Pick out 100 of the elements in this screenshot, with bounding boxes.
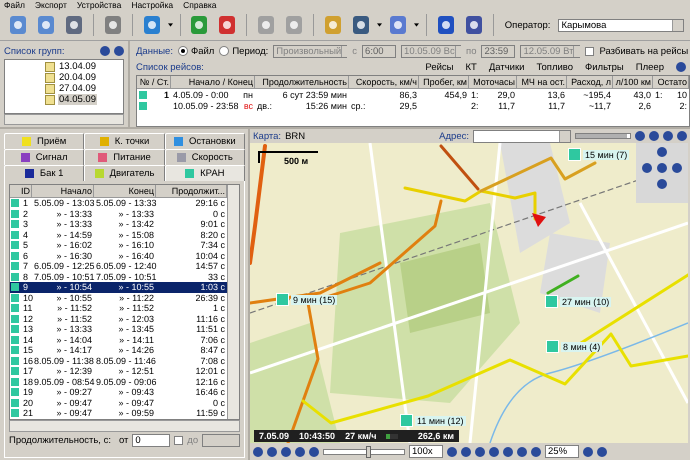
- address-field[interactable]: [473, 130, 571, 142]
- group-item[interactable]: 13.04.09: [58, 61, 97, 72]
- tab[interactable]: Питание: [84, 149, 165, 165]
- to-label: по: [466, 46, 476, 56]
- section-link[interactable]: Датчики: [488, 62, 524, 72]
- marker-label: 9 мин (15): [291, 294, 338, 304]
- table-cell-text: 18: [22, 376, 34, 387]
- table-row[interactable]: 14 » - 14:04 » - 14:11 7:06 с: [10, 334, 227, 345]
- table-cell-text: 0 с: [212, 398, 226, 408]
- to-time-field[interactable]: 23:59: [481, 44, 516, 58]
- from-label: с: [352, 46, 358, 56]
- tab[interactable]: Скорость: [164, 149, 245, 165]
- group-item[interactable]: 20.04.09: [58, 72, 97, 83]
- table-cell: ~195,4: [583, 90, 611, 100]
- menu-item[interactable]: Экспорт: [34, 0, 67, 10]
- menu-item[interactable]: Настройка: [131, 0, 174, 10]
- table-row[interactable]: 11 » - 11:52 » - 11:52 1 с: [10, 303, 227, 314]
- horizontal-scrollbar[interactable]: [4, 114, 124, 125]
- table-row[interactable]: 12 » - 11:52 » - 12:03 11:16 с: [10, 314, 227, 324]
- table-cell-text: 12: [22, 314, 34, 324]
- table-cell-text: 15: [22, 345, 34, 356]
- table-row[interactable]: 19 » - 09:27 » - 09:43 16:46 с: [10, 387, 227, 398]
- menu-item[interactable]: Файл: [4, 0, 25, 10]
- table-row[interactable]: 5 » - 16:02 » - 16:10 7:34 с: [10, 240, 227, 250]
- table-row[interactable]: 1 5.05.09 - 13:03 5.05.09 - 13:33 29:16 с: [10, 198, 227, 208]
- tab[interactable]: Двигатель: [84, 165, 165, 181]
- section-link[interactable]: КТ: [466, 62, 477, 72]
- from-time-field[interactable]: 6:00: [362, 44, 396, 58]
- table-row[interactable]: 3 » - 13:33 » - 13:42 9:01 с: [10, 219, 227, 230]
- tab[interactable]: Остановки: [164, 133, 245, 149]
- column-header[interactable]: ID: [10, 185, 32, 198]
- column-header[interactable]: Продолжительность: [255, 76, 349, 89]
- operator-dropdown[interactable]: Карымова: [558, 18, 684, 32]
- section-link[interactable]: Фильтры: [585, 62, 624, 72]
- column-header[interactable]: Конец: [94, 185, 156, 198]
- marker-icon[interactable]: [276, 293, 289, 306]
- column-header[interactable]: Моточасы: [469, 76, 517, 89]
- checkbox[interactable]: [585, 46, 594, 56]
- tab[interactable]: Приём: [4, 133, 84, 149]
- column-header[interactable]: Начало: [32, 185, 94, 198]
- marker-icon[interactable]: [568, 148, 581, 161]
- table-row[interactable]: 9 » - 10:54 » - 10:55 1:03 с: [10, 282, 227, 292]
- table-cell-text: 6.05.09 - 12:40: [95, 261, 156, 272]
- checkbox[interactable]: [174, 436, 184, 445]
- table-cell: ср.:: [351, 100, 366, 110]
- table-row[interactable]: 20 » - 09:47 » - 09:47 0 с: [10, 398, 227, 408]
- marker-icon[interactable]: [545, 295, 558, 308]
- table-cell-text: 0 с: [212, 208, 226, 219]
- table-row[interactable]: 15 » - 14:17 » - 14:26 8:47 с: [10, 345, 227, 356]
- menu-item[interactable]: Устройства: [76, 0, 122, 10]
- section-link[interactable]: Плеер: [636, 62, 664, 72]
- caret-icon[interactable]: [377, 23, 382, 27]
- table-row[interactable]: 21 » - 09:47 » - 09:59 11:59 с: [10, 408, 227, 418]
- vertical-scrollbar[interactable]: [227, 185, 239, 418]
- table-cell-text: » - 09:59: [117, 408, 155, 418]
- table-row[interactable]: 168.05.09 - 11:38 8.05.09 - 11:46 7:08 с: [10, 356, 227, 366]
- caret-icon[interactable]: [414, 23, 420, 27]
- zoom-field[interactable]: 25%: [545, 445, 579, 458]
- zoom-slider[interactable]: [575, 131, 631, 141]
- column-header[interactable]: Остато: [653, 76, 689, 89]
- column-header[interactable]: Начало / Конец: [171, 76, 255, 89]
- column-header[interactable]: л/100 км: [613, 76, 653, 89]
- caret-icon[interactable]: [168, 23, 173, 27]
- column-header[interactable]: Пробег, км: [419, 76, 469, 89]
- table-row[interactable]: 17 » - 12:39 » - 12:51 12:01 с: [10, 366, 227, 376]
- tab[interactable]: КРАН: [164, 165, 245, 181]
- horizontal-scrollbar[interactable]: [9, 420, 240, 432]
- column-header[interactable]: Расход, л: [567, 76, 613, 89]
- marker-icon[interactable]: [400, 414, 413, 427]
- group-item[interactable]: 04.05.09: [58, 94, 97, 105]
- table-cell: 2,6: [638, 100, 651, 110]
- tab[interactable]: Бак 1: [4, 165, 84, 181]
- duration-to-field[interactable]: [202, 434, 240, 447]
- column-header[interactable]: Скорость, км/ч: [349, 76, 419, 89]
- duration-from-field[interactable]: 0: [132, 434, 170, 447]
- direction-arrow-icon: [532, 213, 546, 227]
- group-item[interactable]: 27.04.09: [58, 83, 97, 94]
- table-row[interactable]: 8 7.05.09 - 10:51 7.05.09 - 10:51 33 с: [10, 272, 227, 282]
- table-row[interactable]: 7 6.05.09 - 12:25 6.05.09 - 12:40 14:57 с: [10, 261, 227, 272]
- radio-button[interactable]: [178, 46, 188, 56]
- speed-field[interactable]: 100x: [409, 445, 443, 458]
- tab[interactable]: К. точки: [84, 133, 165, 149]
- column-header[interactable]: № / Ст.: [137, 76, 171, 89]
- menu-item[interactable]: Справка: [183, 0, 217, 10]
- table-cell-text: 12:16 с: [194, 376, 226, 387]
- table-row[interactable]: 2 » - 13:33 » - 13:33 0 с: [10, 208, 227, 219]
- section-link[interactable]: Топливо: [536, 62, 574, 72]
- section-link[interactable]: Рейсы: [425, 62, 454, 72]
- table-cell-text: 7:08 с: [199, 356, 226, 366]
- radio-button[interactable]: [219, 46, 230, 56]
- table-row[interactable]: 189.05.09 - 08:54 9.05.09 - 09:06 12:16 с: [10, 376, 227, 387]
- table-row[interactable]: 4 » - 14:59 » - 15:08 8:20 с: [10, 230, 227, 240]
- column-header[interactable]: МЧ на ост.: [517, 76, 567, 89]
- table-row[interactable]: 13 » - 13:33 » - 13:45 11:51 с: [10, 324, 227, 334]
- table-cell-text: 9.05.09 - 09:06: [95, 376, 156, 387]
- marker-icon[interactable]: [546, 340, 559, 353]
- table-row[interactable]: 6 » - 16:30 » - 16:40 10:04 с: [10, 250, 227, 261]
- table-row[interactable]: 10 » - 10:55 » - 11:22 26:39 с: [10, 292, 227, 303]
- table-cell-text: 9: [22, 282, 30, 292]
- tab[interactable]: Сигнал: [4, 149, 84, 165]
